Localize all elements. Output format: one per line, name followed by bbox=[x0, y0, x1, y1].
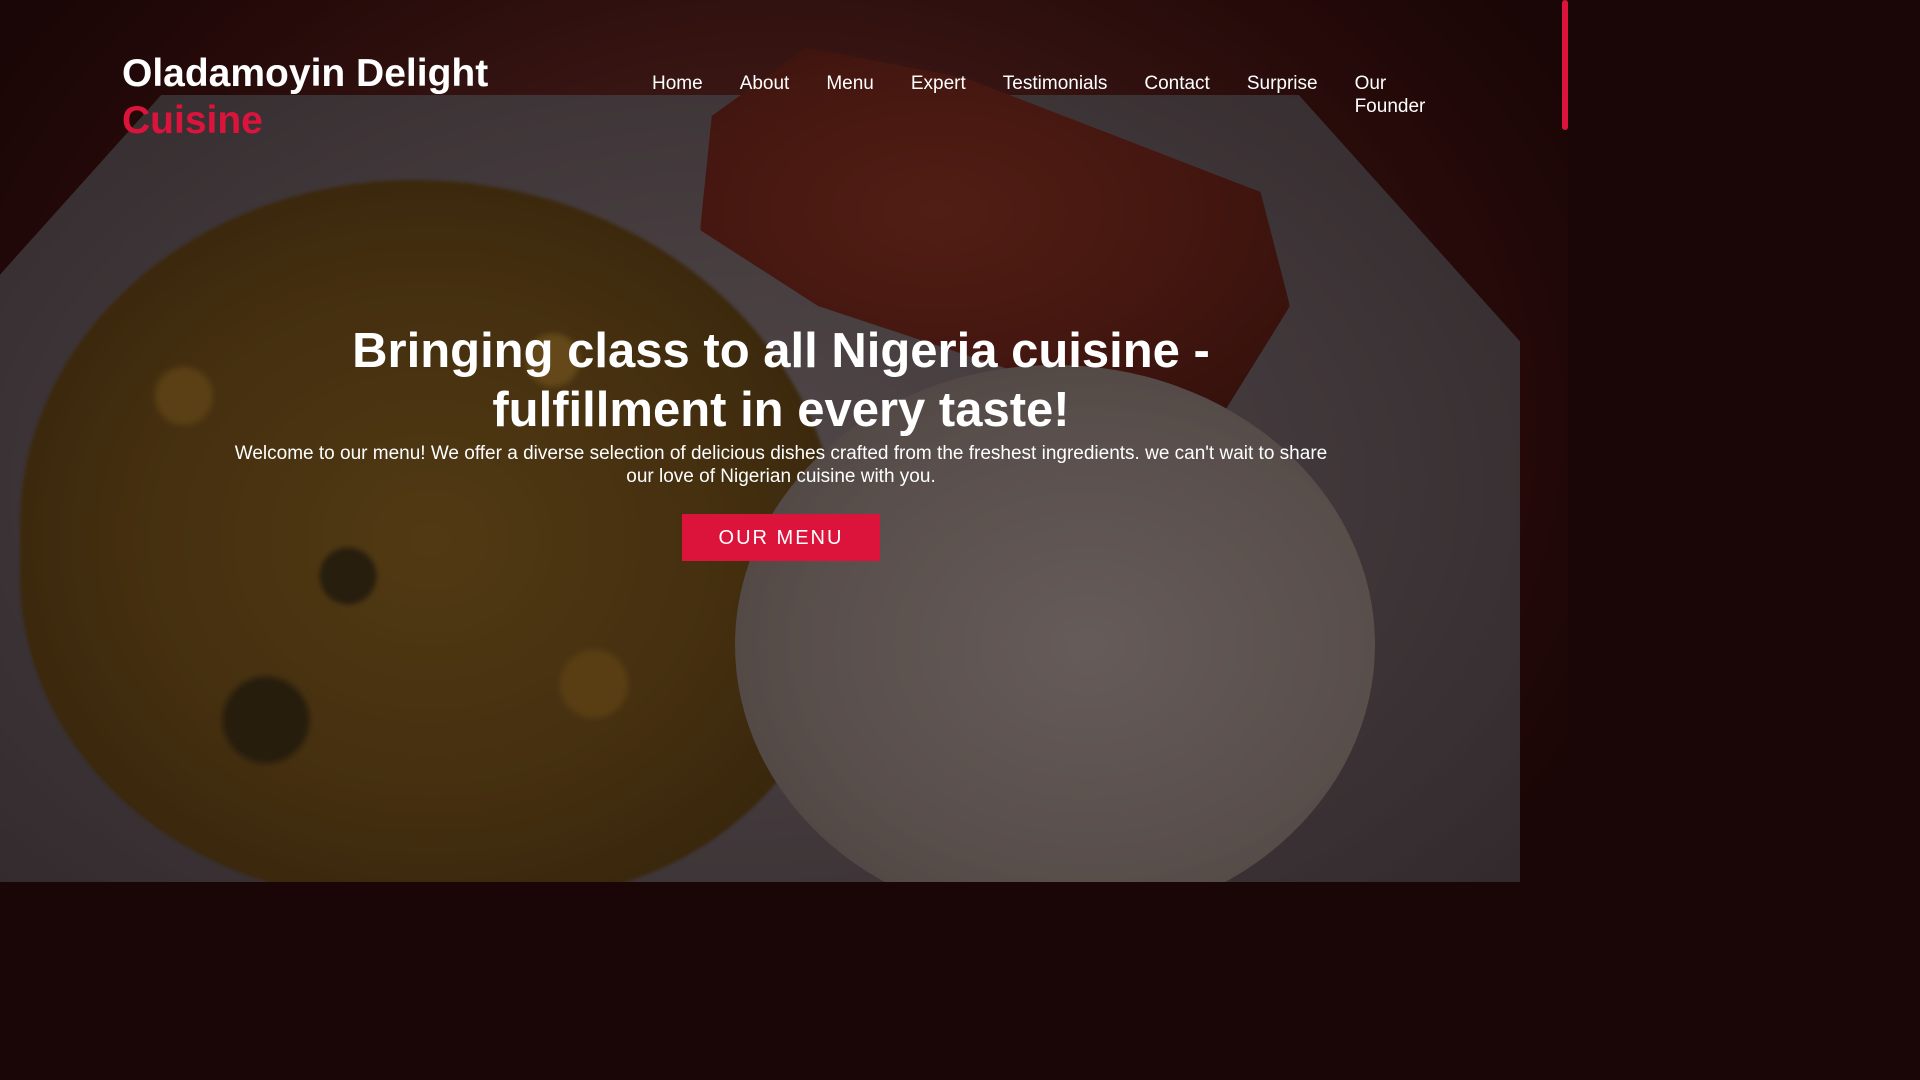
nav-link-contact[interactable]: Contact bbox=[1144, 72, 1209, 95]
our-menu-button[interactable]: OUR MENU bbox=[682, 514, 880, 561]
logo-name: Oladamoyin Delight bbox=[122, 52, 489, 95]
nav-link-home[interactable]: Home bbox=[652, 72, 703, 95]
landing-page: Oladamoyin Delight Cuisine Home About Me… bbox=[0, 0, 1568, 882]
nav-link-menu[interactable]: Menu bbox=[826, 72, 874, 95]
nav-link-our-founder[interactable]: Our Founder bbox=[1355, 72, 1435, 118]
hero-section: Bringing class to all Nigeria cuisine - … bbox=[0, 322, 1562, 561]
scrollbar-thumb[interactable] bbox=[1562, 0, 1568, 130]
hero-subtext: Welcome to our menu! We offer a diverse … bbox=[234, 443, 1328, 487]
site-logo[interactable]: Oladamoyin Delight Cuisine bbox=[122, 50, 488, 144]
nav-link-about[interactable]: About bbox=[740, 72, 790, 95]
main-nav: Home About Menu Expert Testimonials Cont… bbox=[652, 72, 1458, 118]
nav-link-surprise[interactable]: Surprise bbox=[1247, 72, 1318, 95]
nav-link-expert[interactable]: Expert bbox=[911, 72, 966, 95]
logo-accent: Cuisine bbox=[122, 99, 263, 142]
hero-heading: Bringing class to all Nigeria cuisine - … bbox=[352, 324, 1210, 437]
nav-link-testimonials[interactable]: Testimonials bbox=[1003, 72, 1108, 95]
